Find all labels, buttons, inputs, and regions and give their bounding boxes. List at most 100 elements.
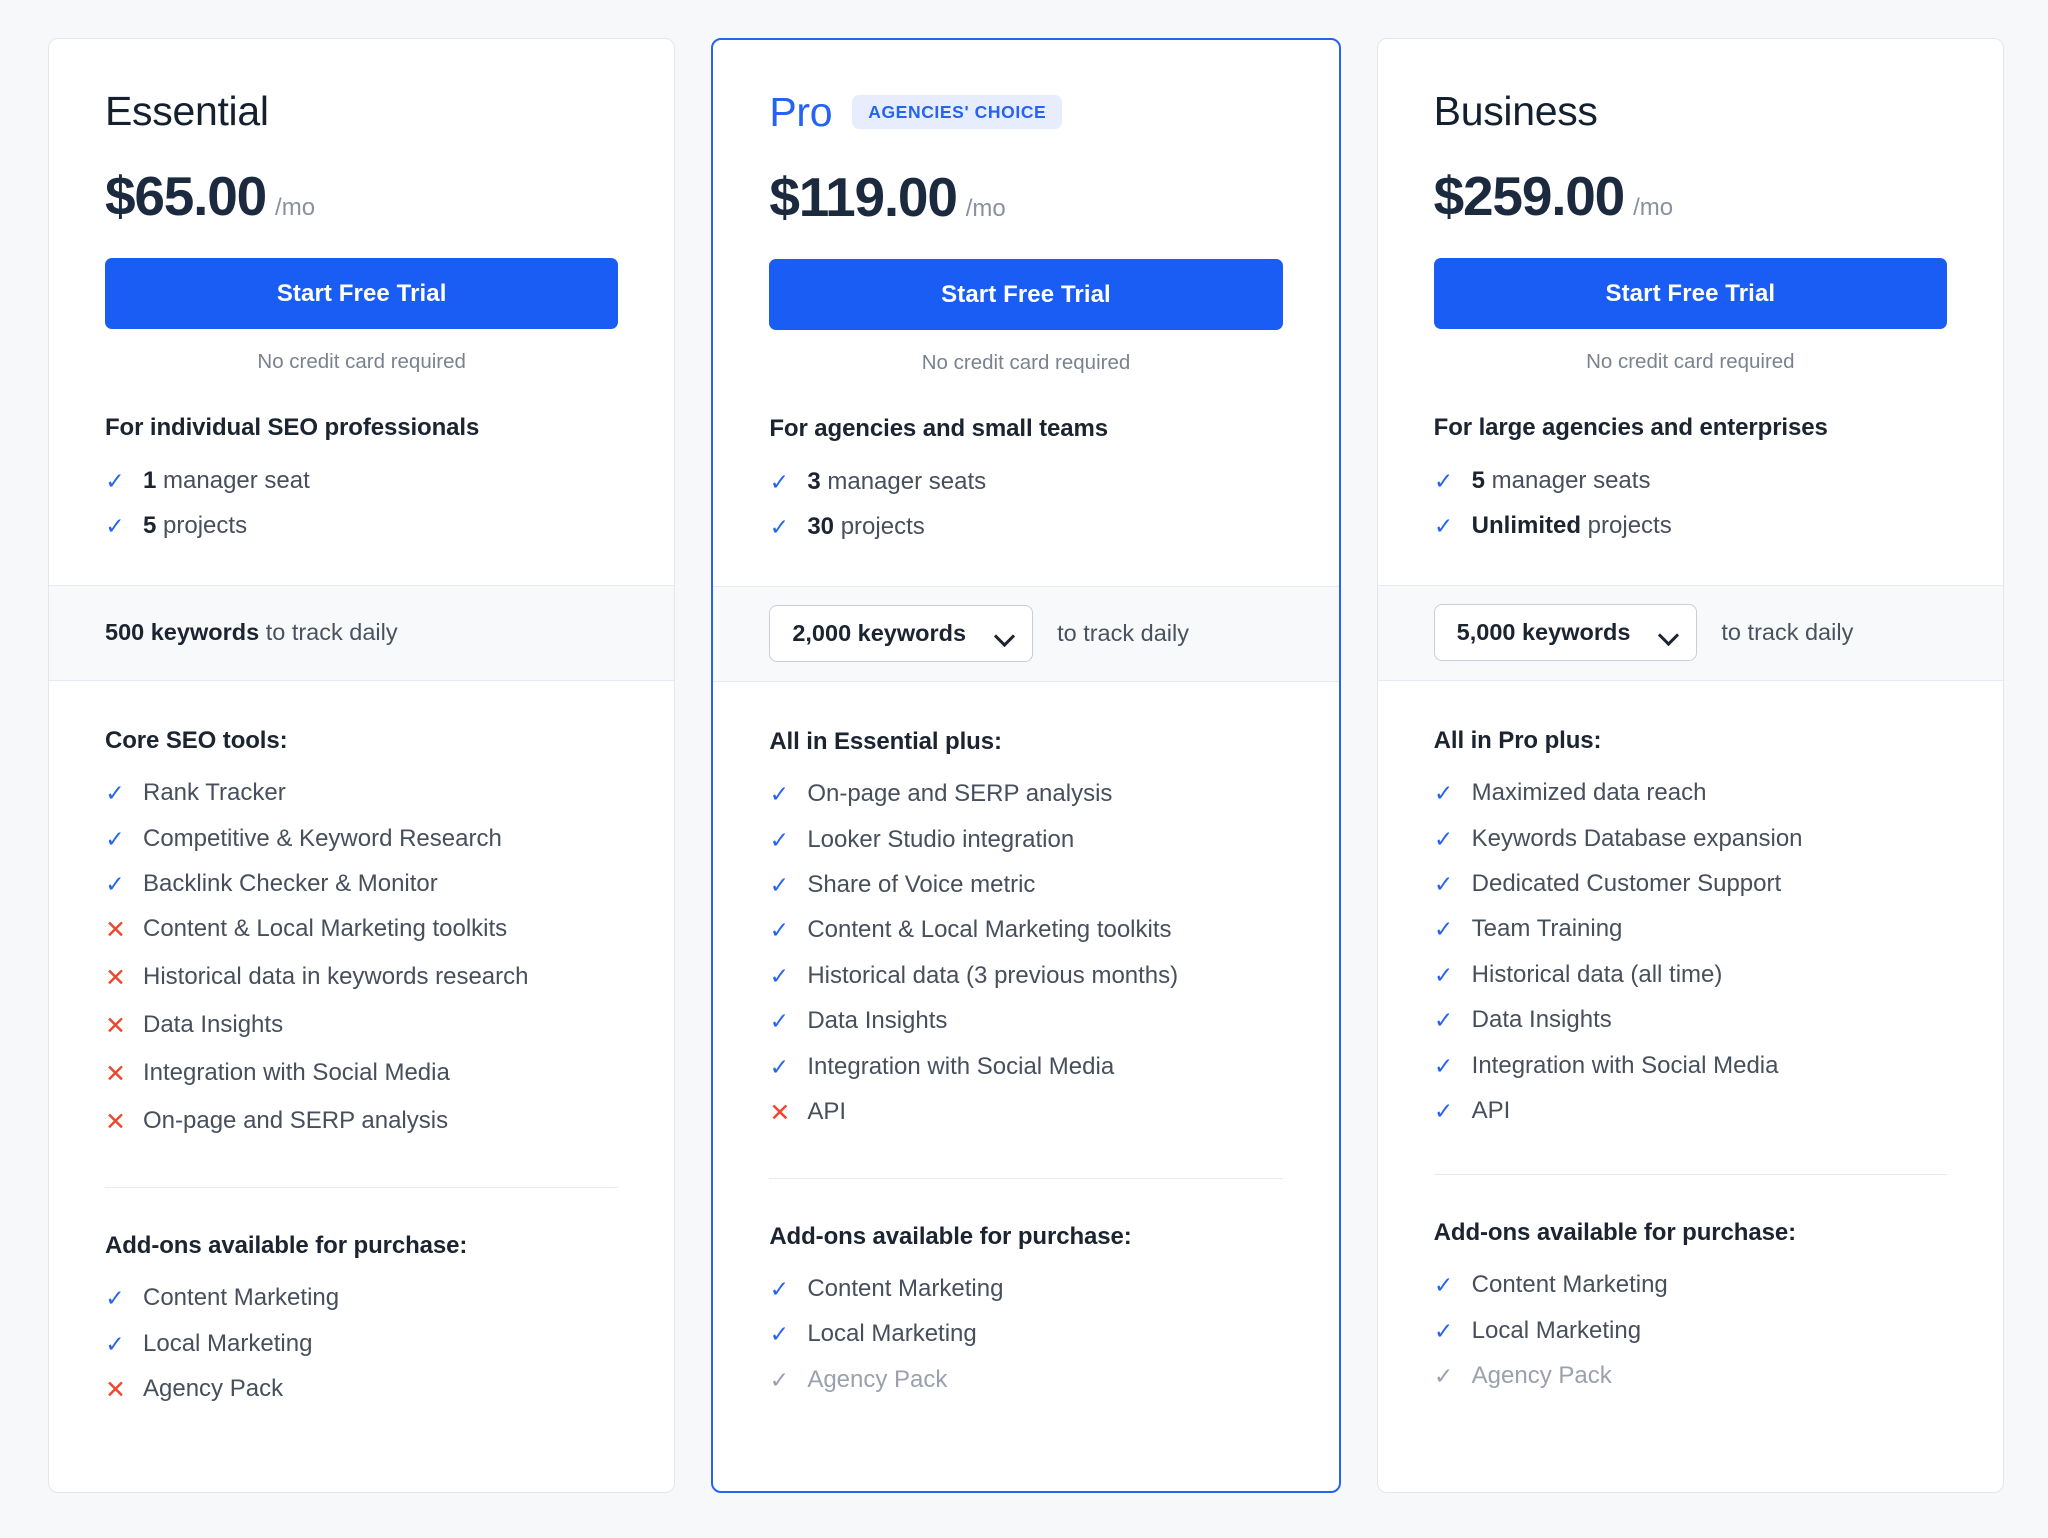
audience-title: For agencies and small teams: [769, 415, 1109, 442]
keywords-band: 5,000 keywords to track daily: [1377, 584, 2003, 681]
plan-name-row: Essential: [105, 85, 618, 137]
addon-row-label: Local Marketing: [1471, 1316, 1642, 1344]
check-icon: ✓: [105, 825, 125, 852]
feature-row: ✓ Competitive & Keyword Research: [105, 816, 618, 861]
feature-row-label: Content & Local Marketing toolkits: [143, 915, 508, 943]
seat-item-label: 30 projects: [807, 512, 925, 540]
plan-name-row: Pro AGENCIES' CHOICE: [769, 86, 1282, 138]
seat-item: ✓ 1 manager seat: [105, 458, 618, 503]
cta-note: No credit card required: [1586, 350, 1795, 373]
cross-icon: ✕: [105, 1060, 126, 1089]
feature-row-label: Dedicated Customer Support: [1471, 870, 1782, 898]
keywords-suffix: to track daily: [1721, 619, 1854, 646]
feature-row-label: On-page and SERP analysis: [143, 1107, 449, 1135]
check-icon: ✓: [1434, 512, 1454, 539]
check-icon: ✓: [105, 512, 125, 539]
check-icon: ✓: [1434, 961, 1454, 988]
price-amount: $119.00: [769, 166, 958, 228]
keywords-select[interactable]: 2,000 keywords: [769, 605, 1034, 663]
feature-row: ✓ Data Insights: [769, 999, 1282, 1044]
section-divider: [1433, 1173, 1947, 1175]
addons-block: Add-ons available for purchase: ✓ Content …: [105, 1232, 618, 1469]
check-icon-muted: ✓: [769, 1366, 789, 1393]
check-icon: ✓: [769, 1053, 789, 1080]
addons-block: Add-ons available for purchase: ✓ Content …: [769, 1223, 1282, 1457]
plan-title: Essential: [105, 87, 269, 134]
feature-row-label: Historical data (3 previous months): [807, 961, 1179, 989]
price-period: /mo: [275, 194, 316, 221]
start-free-trial-button[interactable]: Start Free Trial: [769, 259, 1283, 330]
audience-block: For large agencies and enterprises ✓ 5 man…: [1378, 374, 2003, 585]
plan-card-business: Business $259.00/mo Start Free Trial No cre…: [1376, 38, 2004, 1493]
addon-row: ✓ Content Marketing: [1434, 1263, 1947, 1308]
addons-title: Add-ons available for purchase:: [105, 1231, 468, 1259]
check-icon: ✓: [769, 826, 789, 853]
check-icon: ✓: [1434, 1098, 1454, 1125]
feature-row: ✓ Maximized data reach: [1434, 771, 1947, 816]
feature-row: ✕ On-page and SERP analysis: [105, 1099, 618, 1147]
feature-row: ✕ Integration with Social Media: [105, 1051, 618, 1099]
card-spacer: [105, 1469, 618, 1492]
seat-item-label: 5 projects: [143, 511, 248, 539]
plan-header: Business $259.00/mo Start Free Trial No cre…: [1378, 39, 2003, 374]
feature-row: ✓ Historical data (3 previous months): [769, 953, 1282, 998]
addon-row-label: Agency Pack: [807, 1365, 948, 1393]
seat-item: ✓ 30 projects: [769, 504, 1282, 549]
feature-row-label: Integration with Social Media: [143, 1059, 450, 1087]
cross-icon: ✕: [769, 1099, 791, 1128]
check-icon: ✓: [769, 1321, 789, 1348]
check-icon: ✓: [1434, 916, 1454, 943]
check-icon: ✓: [769, 872, 789, 899]
keywords-static: 500 keywords to track daily: [105, 619, 398, 646]
plan-badge: AGENCIES' CHOICE: [852, 94, 1063, 130]
keywords-select[interactable]: 5,000 keywords: [1433, 604, 1698, 662]
price-row: $119.00/mo: [769, 170, 1282, 225]
check-icon: ✓: [769, 917, 789, 944]
features-list: ✓ Maximized data reach ✓ Keywords Database …: [1434, 771, 1947, 1134]
cross-icon: ✕: [105, 1012, 126, 1041]
start-free-trial-button[interactable]: Start Free Trial: [105, 258, 619, 329]
check-icon: ✓: [105, 780, 125, 807]
addons-list: ✓ Content Marketing ✓ Local Marketing ✓ Agenc…: [769, 1267, 1282, 1403]
check-icon: ✓: [1434, 1272, 1454, 1299]
start-free-trial-button[interactable]: Start Free Trial: [1433, 258, 1947, 329]
features-block: Core SEO tools: ✓ Rank Tracker ✓ Competitive…: [49, 681, 674, 1492]
feature-row-label: Competitive & Keyword Research: [143, 824, 502, 852]
check-icon: ✓: [769, 1008, 789, 1035]
features-title: All in Essential plus:: [769, 727, 1002, 755]
addon-row: ✓ Agency Pack: [769, 1357, 1282, 1402]
check-icon: ✓: [1434, 1052, 1454, 1079]
feature-row-label: Data Insights: [1471, 1006, 1612, 1034]
keywords-select-value: 2,000 keywords: [792, 620, 967, 647]
cta-note: No credit card required: [257, 350, 466, 373]
feature-row-label: API: [807, 1098, 847, 1126]
plan-name-row: Business: [1434, 85, 1947, 137]
keywords-suffix: to track daily: [1057, 620, 1189, 647]
addons-title: Add-ons available for purchase:: [769, 1222, 1132, 1250]
section-divider: [105, 1186, 619, 1188]
check-icon: ✓: [1434, 467, 1454, 494]
seat-item-label: 5 manager seats: [1471, 466, 1651, 494]
addon-row: ✓ Local Marketing: [105, 1321, 618, 1366]
addon-row: ✕ Agency Pack: [105, 1367, 618, 1415]
features-list: ✓ On-page and SERP analysis ✓ Looker Studio…: [769, 772, 1282, 1138]
price-row: $259.00/mo: [1434, 169, 1947, 224]
plan-card-essential: Essential $65.00/mo Start Free Trial No cre…: [48, 38, 676, 1493]
check-icon: ✓: [105, 871, 125, 898]
keywords-select-value: 5,000 keywords: [1456, 619, 1631, 646]
features-list: ✓ Rank Tracker ✓ Competitive & Keyword Rese…: [105, 771, 618, 1147]
feature-row-label: API: [1471, 1097, 1511, 1125]
feature-row: ✓ Historical data (all time): [1434, 952, 1947, 997]
feature-row-label: Integration with Social Media: [807, 1052, 1115, 1080]
check-icon: ✓: [769, 962, 789, 989]
seat-item-label: 3 manager seats: [807, 467, 987, 495]
addon-row-label: Local Marketing: [143, 1329, 313, 1357]
seats-list: ✓ 1 manager seat ✓ 5 projects: [105, 458, 618, 549]
feature-row-label: Team Training: [1471, 915, 1623, 943]
feature-row: ✓ Backlink Checker & Monitor: [105, 862, 618, 907]
feature-row-label: Backlink Checker & Monitor: [143, 870, 438, 898]
price-row: $65.00/mo: [105, 169, 618, 224]
feature-row-label: Data Insights: [143, 1011, 284, 1039]
check-icon: ✓: [769, 781, 789, 808]
feature-row: ✓ On-page and SERP analysis: [769, 772, 1282, 817]
